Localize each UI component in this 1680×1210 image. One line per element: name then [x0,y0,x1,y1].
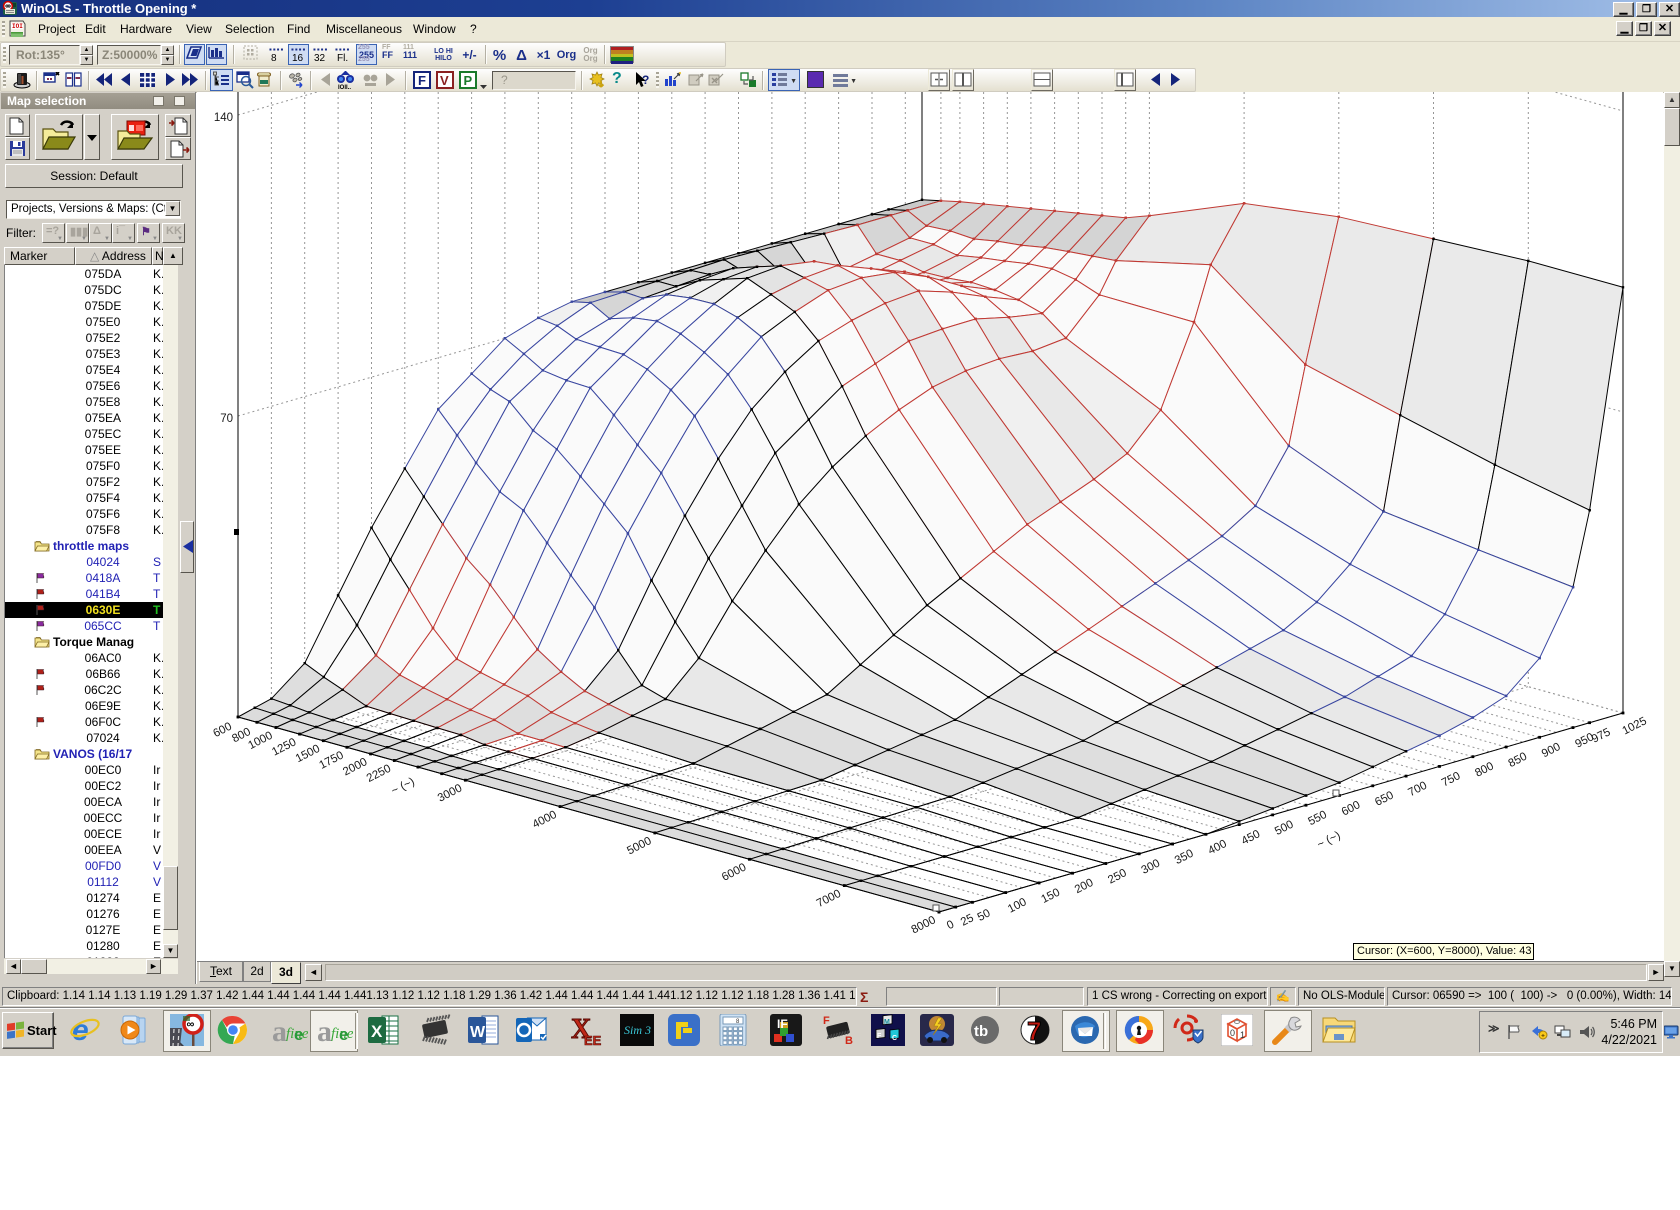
svg-text:450: 450 [1240,828,1263,847]
svg-text:F: F [418,73,426,88]
svg-text:250: 250 [1106,867,1129,886]
svg-text:500: 500 [1273,819,1296,838]
svg-text:~ (~): ~ (~) [390,776,417,798]
svg-text:P: P [464,73,473,88]
svg-text:1: 1 [1240,1030,1245,1040]
svg-text:700: 700 [1406,780,1429,799]
svg-text:350: 350 [1173,848,1196,867]
svg-text:tb: tb [974,1023,988,1040]
svg-text:100: 100 [1006,896,1029,915]
svg-text:2250: 2250 [365,763,393,785]
svg-text:900: 900 [1540,741,1563,760]
svg-text:150: 150 [1039,887,1062,906]
svg-text:50: 50 [976,907,993,924]
svg-text:975: 975 [1590,726,1613,745]
svg-text:7000: 7000 [815,888,843,910]
svg-text:850: 850 [1507,751,1530,770]
svg-text:550: 550 [1306,809,1329,828]
svg-text:6000: 6000 [720,861,748,883]
svg-text:~ (~): ~ (~) [1315,829,1342,851]
svg-text:IF: IF [777,1017,788,1031]
svg-text:0: 0 [1230,1028,1235,1038]
svg-text:F: F [877,1033,882,1040]
svg-text:70: 70 [220,413,233,425]
svg-text:0: 0 [945,919,956,933]
svg-text:IOI: IOI [12,23,23,30]
svg-text:e: e [294,1025,303,1044]
svg-text:Sim 3: Sim 3 [624,1023,651,1037]
svg-text:25: 25 [959,912,976,929]
svg-text:C: C [892,1035,897,1042]
svg-text:W: W [470,1024,486,1041]
svg-text:800: 800 [1473,760,1496,779]
svg-text:F: F [823,1015,830,1027]
svg-text:3000: 3000 [436,782,464,804]
svg-text:V: V [440,73,449,88]
svg-text:e: e [72,1014,89,1046]
svg-text:X: X [371,1022,383,1041]
svg-text:600: 600 [1340,799,1363,818]
svg-text:8000: 8000 [910,914,938,936]
svg-text:200: 200 [1073,877,1096,896]
svg-text:B: B [845,1035,853,1046]
svg-text:EE: EE [584,1033,602,1046]
svg-text:400: 400 [1206,838,1229,857]
svg-text:650: 650 [1373,789,1396,808]
svg-text:?: ? [642,73,649,87]
svg-text:750: 750 [1440,770,1463,789]
svg-text:a: a [272,1015,287,1046]
svg-text:1025: 1025 [1621,715,1649,737]
svg-text:5000: 5000 [625,835,653,857]
svg-text:4000: 4000 [531,809,559,831]
svg-text:140: 140 [214,112,233,124]
svg-text:7: 7 [1027,1016,1041,1046]
svg-text:e: e [339,1025,348,1044]
svg-text:300: 300 [1140,857,1163,876]
svg-text:a: a [317,1015,332,1046]
svg-text:IOII..: IOII.. [338,85,351,90]
svg-text:M: M [884,1019,890,1026]
